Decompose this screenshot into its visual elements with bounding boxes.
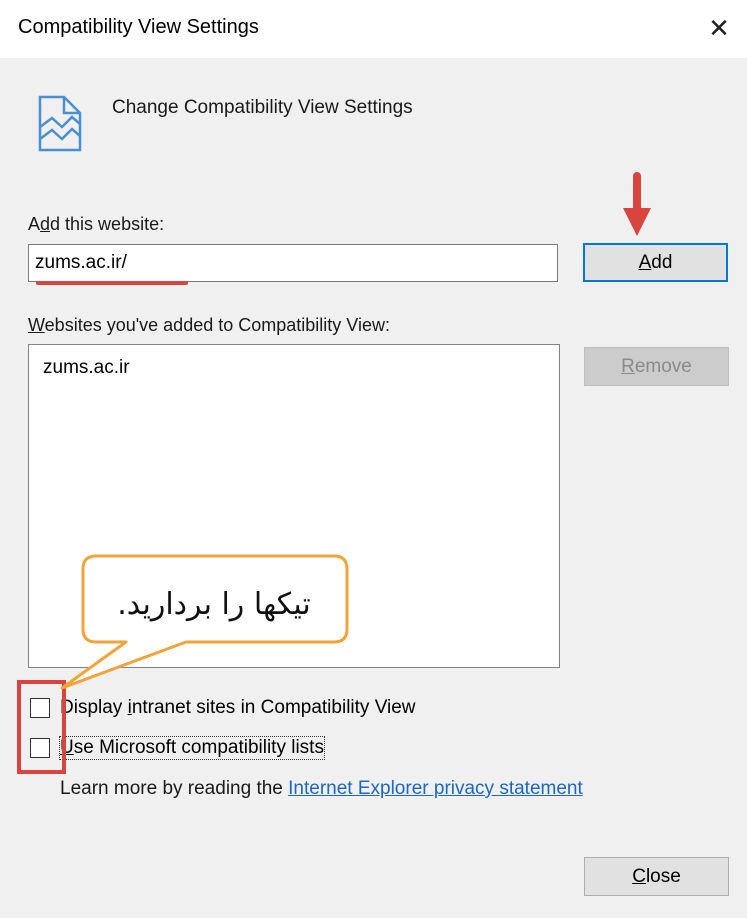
window-title: Compatibility View Settings: [18, 16, 259, 38]
compatibility-view-icon: [38, 95, 82, 152]
title-bar: Compatibility View Settings ✕: [0, 0, 747, 58]
add-website-label: Add this website:: [28, 214, 165, 234]
privacy-statement-link[interactable]: Internet Explorer privacy statement: [288, 778, 583, 799]
close-icon: ✕: [708, 12, 730, 43]
list-item[interactable]: zums.ac.ir: [43, 357, 130, 379]
close-button-label: Close: [632, 865, 681, 887]
add-button[interactable]: Add: [583, 243, 728, 282]
website-input[interactable]: [28, 244, 558, 282]
annotation-underline: [36, 281, 188, 285]
header-text: Change Compatibility View Settings: [112, 97, 413, 118]
websites-list-label: Websites you've added to Compatibility V…: [28, 315, 390, 335]
remove-button[interactable]: Remove: [584, 347, 729, 386]
annotation-arrow-icon: [623, 172, 651, 236]
add-button-label: Add: [638, 251, 673, 273]
intranet-checkbox-label[interactable]: Display intranet sites in Compatibility …: [60, 697, 416, 719]
close-button[interactable]: Close: [584, 857, 729, 896]
window-close-button[interactable]: ✕: [699, 8, 739, 48]
ms-compat-lists-checkbox-label[interactable]: Use Microsoft compatibility lists: [59, 736, 325, 760]
annotation-callout-text: تیکها را بردارید.: [117, 586, 311, 622]
learn-more-text: Learn more by reading the Internet Explo…: [60, 778, 583, 799]
annotation-highlight-box: [17, 680, 66, 774]
remove-button-label: Remove: [621, 355, 692, 377]
